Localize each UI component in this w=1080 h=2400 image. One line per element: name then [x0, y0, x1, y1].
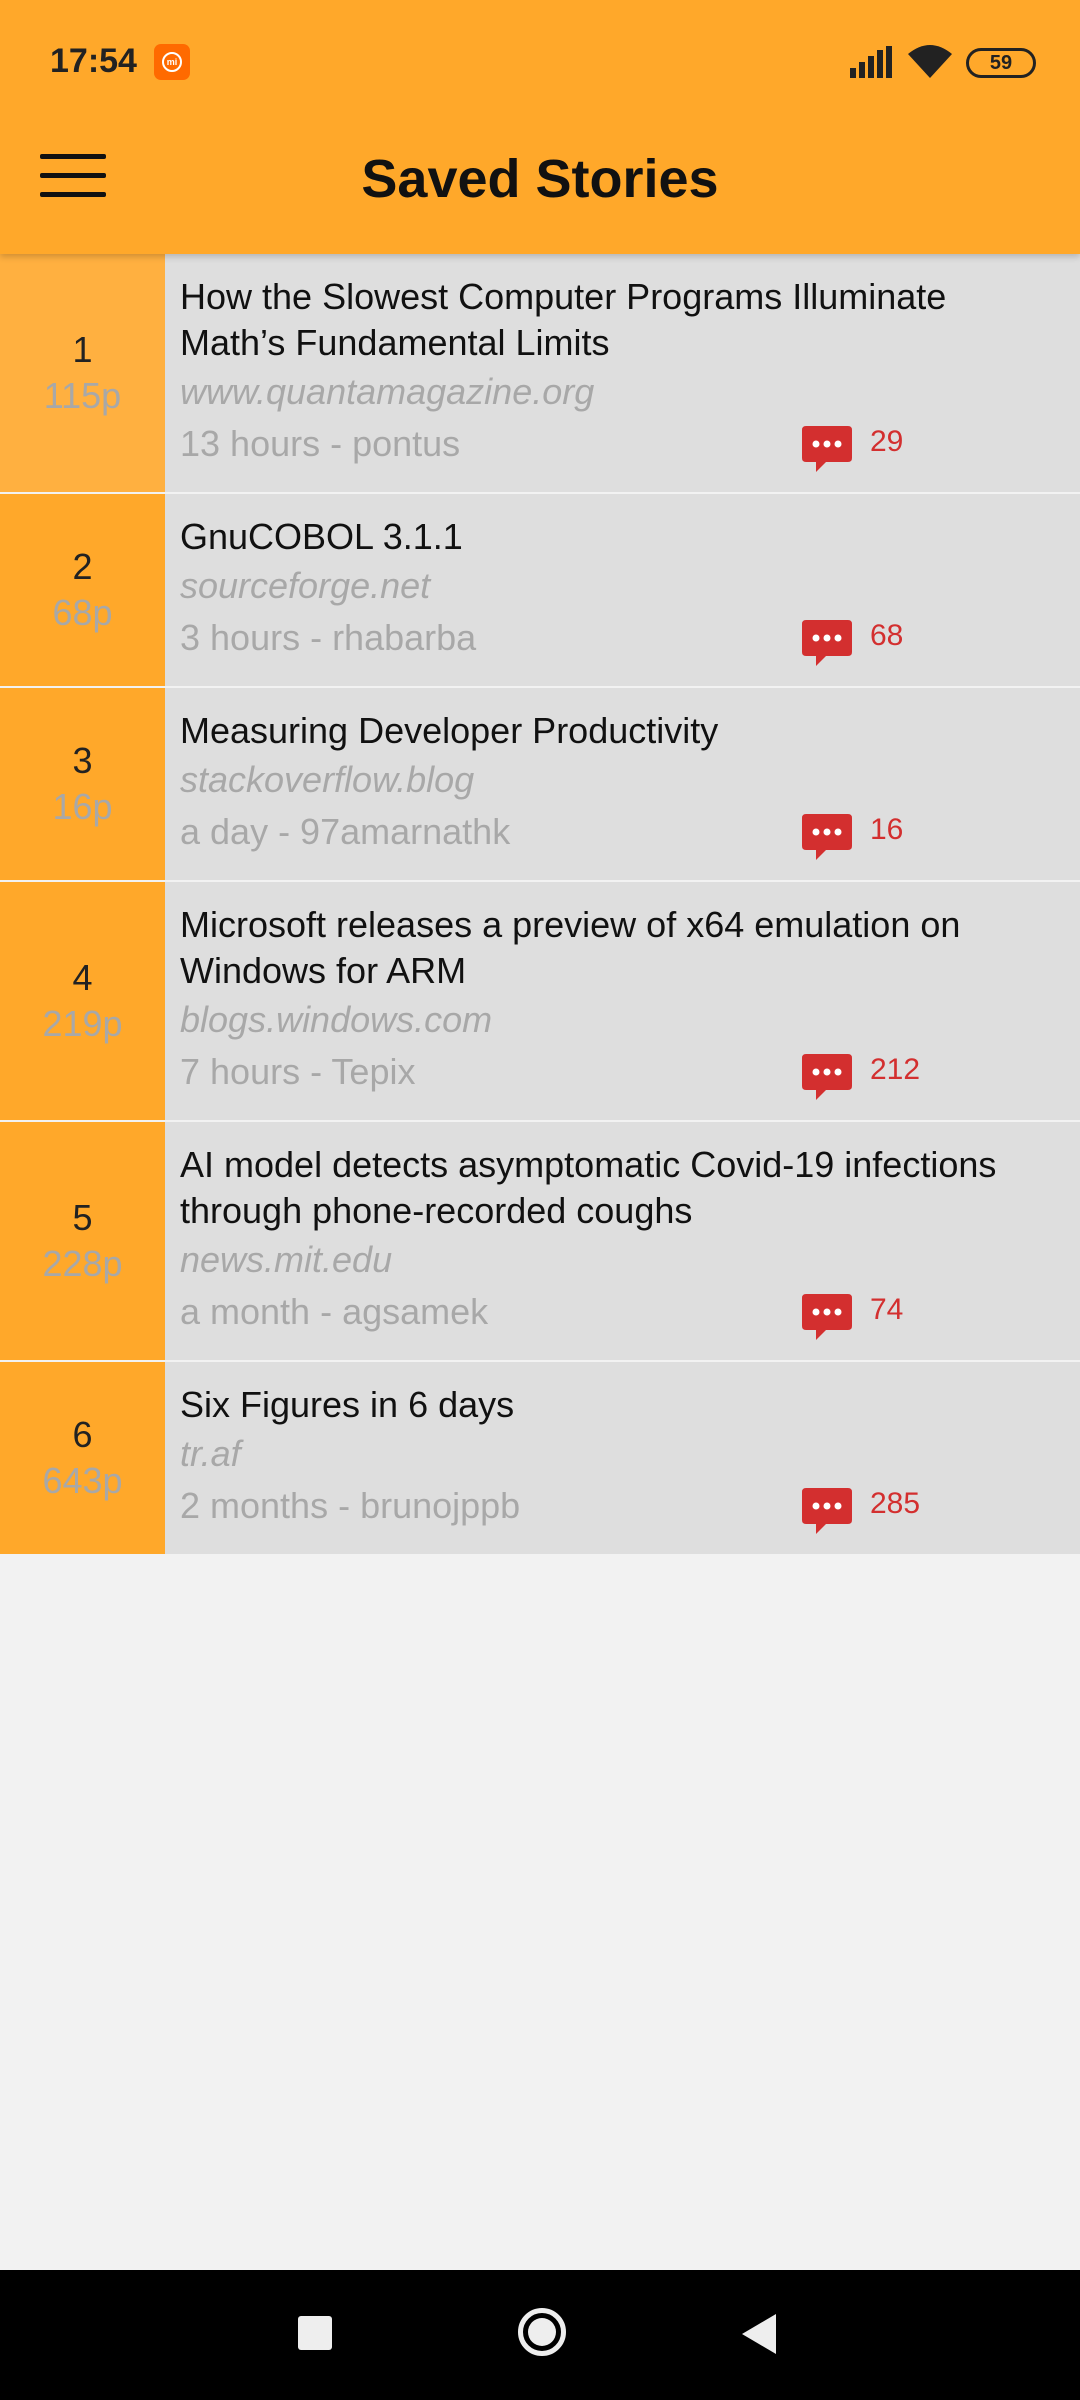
story-meta: 3 hours - rhabarba: [180, 617, 477, 658]
story-domain: tr.af: [180, 1433, 241, 1474]
comments-button[interactable]: 74: [802, 1293, 904, 1340]
mi-notification-icon: mi: [154, 44, 190, 80]
comment-icon: [802, 1054, 852, 1100]
story-domain: www.quantamagazine.org: [180, 371, 595, 412]
comments-button[interactable]: 16: [802, 813, 904, 860]
comment-icon: [802, 620, 852, 666]
story-domain: blogs.windows.com: [180, 999, 493, 1040]
comment-icon: [802, 814, 852, 860]
story-rank: 1: [72, 329, 93, 370]
story-rank: 4: [72, 957, 93, 998]
story-points: 643p: [42, 1460, 123, 1501]
recent-apps-button[interactable]: [298, 2316, 332, 2350]
home-button[interactable]: [518, 2308, 566, 2356]
story-title[interactable]: AI model detects asymptomatic Covid-19 i…: [180, 1142, 1040, 1234]
story-points: 115p: [43, 375, 122, 416]
story-row-3[interactable]: 3 16p Measuring Developer Productivity s…: [0, 688, 1080, 882]
story-title[interactable]: Measuring Developer Productivity: [180, 708, 1040, 754]
story-rank: 3: [72, 740, 93, 781]
story-points: 16p: [52, 786, 113, 827]
rank-column: 6 643p: [0, 1362, 165, 1554]
story-points: 228p: [42, 1243, 123, 1284]
story-domain: sourceforge.net: [180, 565, 431, 606]
story-title[interactable]: Six Figures in 6 days: [180, 1382, 1040, 1428]
comment-icon: [802, 426, 852, 472]
rank-column: 5 228p: [0, 1122, 165, 1360]
story-rank: 6: [72, 1414, 93, 1455]
comment-count: 16: [870, 813, 904, 846]
app-bar: 17:54 mi 59 Saved Stories: [0, 0, 1080, 254]
system-nav-bar: [0, 2270, 1080, 2400]
comment-count: 212: [870, 1053, 921, 1086]
story-list: 1 115p How the Slowest Computer Programs…: [0, 254, 1080, 1556]
page-title: Saved Stories: [361, 149, 719, 209]
rank-column: 3 16p: [0, 688, 165, 880]
wifi-icon: [908, 45, 952, 78]
story-rank: 2: [72, 546, 93, 587]
rank-column: 2 68p: [0, 494, 165, 686]
comment-count: 68: [870, 619, 904, 652]
comment-count: 29: [870, 425, 904, 458]
story-meta: a month - agsamek: [180, 1291, 489, 1332]
comment-count: 74: [870, 1293, 904, 1326]
story-row-1[interactable]: 1 115p How the Slowest Computer Programs…: [0, 254, 1080, 494]
story-domain: stackoverflow.blog: [180, 759, 475, 800]
comments-button[interactable]: 29: [802, 425, 904, 472]
comment-icon: [802, 1294, 852, 1340]
story-row-6[interactable]: 6 643p Six Figures in 6 days tr.af 2 mon…: [0, 1362, 1080, 1556]
battery-indicator: 59: [966, 48, 1036, 78]
comment-icon: [802, 1488, 852, 1534]
comments-button[interactable]: 212: [802, 1053, 921, 1100]
comments-button[interactable]: 68: [802, 619, 904, 666]
story-row-2[interactable]: 2 68p GnuCOBOL 3.1.1 sourceforge.net 3 h…: [0, 494, 1080, 688]
status-time: 17:54: [50, 42, 137, 80]
story-meta: 13 hours - pontus: [180, 423, 461, 464]
story-row-5[interactable]: 5 228p AI model detects asymptomatic Cov…: [0, 1122, 1080, 1362]
story-rank: 5: [72, 1197, 93, 1238]
signal-icon: [850, 46, 892, 78]
story-points: 219p: [42, 1003, 123, 1044]
comment-count: 285: [870, 1487, 921, 1520]
rank-column: 1 115p: [0, 254, 165, 492]
comments-button[interactable]: 285: [802, 1487, 921, 1534]
story-row-4[interactable]: 4 219p Microsoft releases a preview of x…: [0, 882, 1080, 1122]
story-title[interactable]: Microsoft releases a preview of x64 emul…: [180, 902, 1040, 994]
story-points: 68p: [52, 592, 113, 633]
rank-column: 4 219p: [0, 882, 165, 1120]
story-title[interactable]: GnuCOBOL 3.1.1: [180, 514, 1040, 560]
story-meta: a day - 97amarnathk: [180, 811, 511, 852]
story-domain: news.mit.edu: [180, 1239, 393, 1280]
story-title[interactable]: How the Slowest Computer Programs Illumi…: [180, 274, 1040, 366]
back-button[interactable]: [742, 2314, 776, 2354]
